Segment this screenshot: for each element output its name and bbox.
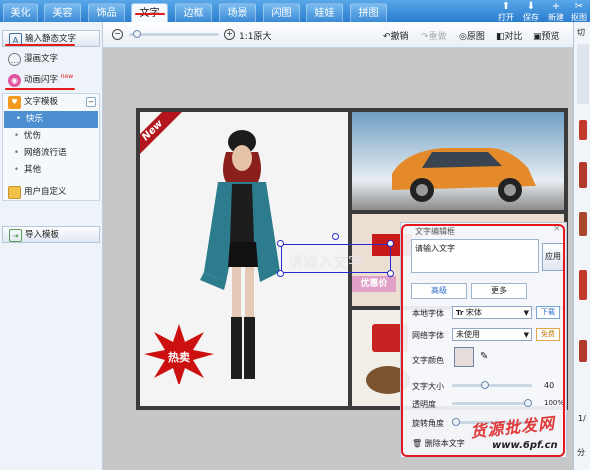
flash-text-icon: ◉	[8, 74, 21, 87]
text-box-content: 请输入文字	[288, 253, 364, 271]
template-item-sad[interactable]: • 忧伤	[2, 128, 100, 145]
tab-flash[interactable]: 闪图	[263, 3, 300, 22]
collapse-icon[interactable]: −	[86, 97, 96, 107]
template-item-other[interactable]: • 其他	[2, 162, 100, 179]
new-button[interactable]: + 新建	[545, 1, 567, 22]
tab-beautify[interactable]: 美化	[3, 3, 38, 22]
zoom-slider[interactable]	[129, 33, 219, 36]
undo-icon: ↶	[383, 32, 391, 42]
rotate-handle[interactable]	[332, 233, 339, 240]
tab-collage[interactable]: 拼图	[350, 3, 387, 22]
save-button[interactable]: ⬇ 保存	[520, 1, 542, 22]
sidebar-item-animated-text[interactable]: ◉ 动画闪字 new	[2, 72, 100, 89]
tab-beauty[interactable]: 美容	[44, 3, 81, 22]
thumbnail[interactable]	[579, 162, 587, 188]
original-icon: ◎	[459, 32, 467, 42]
preview-icon: ▣	[533, 32, 542, 42]
compare-button[interactable]: ◧对比	[496, 29, 523, 42]
zoom-slider-knob[interactable]	[133, 30, 141, 38]
resize-handle[interactable]	[387, 270, 394, 277]
zoom-out-icon[interactable]: −	[112, 29, 123, 40]
import-icon: ⇥	[9, 229, 22, 242]
new-badge: new	[60, 73, 74, 80]
sidebar-item-template[interactable]: ♥ 文字模板 −	[2, 94, 100, 111]
thumbnail[interactable]	[579, 212, 587, 236]
sidebar-item-user-defined[interactable]: 用户自定义	[2, 184, 100, 201]
tab-scene[interactable]: 场景	[219, 3, 256, 22]
resize-handle[interactable]	[277, 240, 284, 247]
preview-button[interactable]: ▣预览	[533, 29, 560, 42]
burst-label: 热卖	[168, 351, 190, 364]
folder-icon	[8, 186, 21, 199]
toolbar: − + 1:1原大 ↶撤销 ↷重做 ◎原图 ◧对比 ▣预览	[103, 22, 573, 48]
redo-button[interactable]: ↷重做	[421, 29, 447, 42]
new-icon: +	[551, 1, 561, 12]
compare-icon: ◧	[496, 32, 505, 42]
text-tab-highlight	[135, 13, 165, 15]
import-template-button[interactable]: ⇥ 导入模板	[2, 226, 100, 243]
thumbnail[interactable]	[579, 340, 587, 362]
bullet-icon: •	[14, 131, 20, 141]
redo-icon: ↷	[421, 32, 429, 42]
open-button[interactable]: ⬆ 打开	[495, 1, 517, 22]
thumbnail-strip	[577, 44, 589, 104]
right-panel-tab[interactable]: 切	[577, 27, 585, 38]
right-panel: 切 1/ 分	[573, 22, 590, 470]
template-item-happy[interactable]: • 快乐	[4, 111, 98, 128]
sidebar-item-comic-text[interactable]: … 漫画文字	[2, 51, 100, 68]
tab-border[interactable]: 边框	[175, 3, 212, 22]
car-photo	[352, 112, 564, 210]
bullet-icon: •	[14, 148, 20, 158]
speech-bubble-icon: …	[8, 53, 21, 66]
love-icon: ♥	[8, 96, 21, 109]
original-button[interactable]: ◎原图	[459, 29, 485, 42]
top-tab-bar: 美化 美容 饰品 文字 边框 场景 闪图 娃娃 拼图 ⬆打开 ⬇保存 +新建 ✂…	[0, 0, 590, 22]
car-figure	[392, 148, 536, 202]
save-icon: ⬇	[526, 1, 536, 12]
page-indicator: 1/	[578, 414, 586, 423]
sidebar: A 输入静态文字 … 漫画文字 ◉ 动画闪字 new ♥ 文字模板 − • 快乐 …	[0, 22, 103, 470]
static-text-highlight	[5, 44, 75, 46]
thumbnail[interactable]	[579, 270, 587, 300]
bullet-icon: •	[16, 114, 22, 124]
text-box[interactable]: 请输入文字	[281, 244, 391, 273]
side-char: 分	[577, 448, 585, 457]
template-item-internet-slang[interactable]: • 网络流行语	[2, 145, 100, 162]
zoom-in-icon[interactable]: +	[224, 29, 235, 40]
thumbnail[interactable]	[579, 120, 587, 140]
undo-button[interactable]: ↶撤销	[383, 29, 409, 42]
resize-handle[interactable]	[277, 270, 284, 277]
animated-text-highlight	[5, 88, 75, 90]
tab-doll[interactable]: 娃娃	[306, 3, 343, 22]
crop-button[interactable]: ✂ 抠图	[568, 1, 590, 22]
actual-size-button[interactable]: 1:1原大	[239, 29, 272, 42]
tab-accessories[interactable]: 饰品	[88, 3, 125, 22]
resize-handle[interactable]	[387, 240, 394, 247]
bullet-icon: •	[14, 165, 20, 175]
watermark-url: www.6pf.cn	[492, 440, 558, 451]
crop-icon: ✂	[574, 1, 584, 12]
discount-tag: 优惠价	[352, 276, 396, 292]
open-icon: ⬆	[501, 1, 511, 12]
